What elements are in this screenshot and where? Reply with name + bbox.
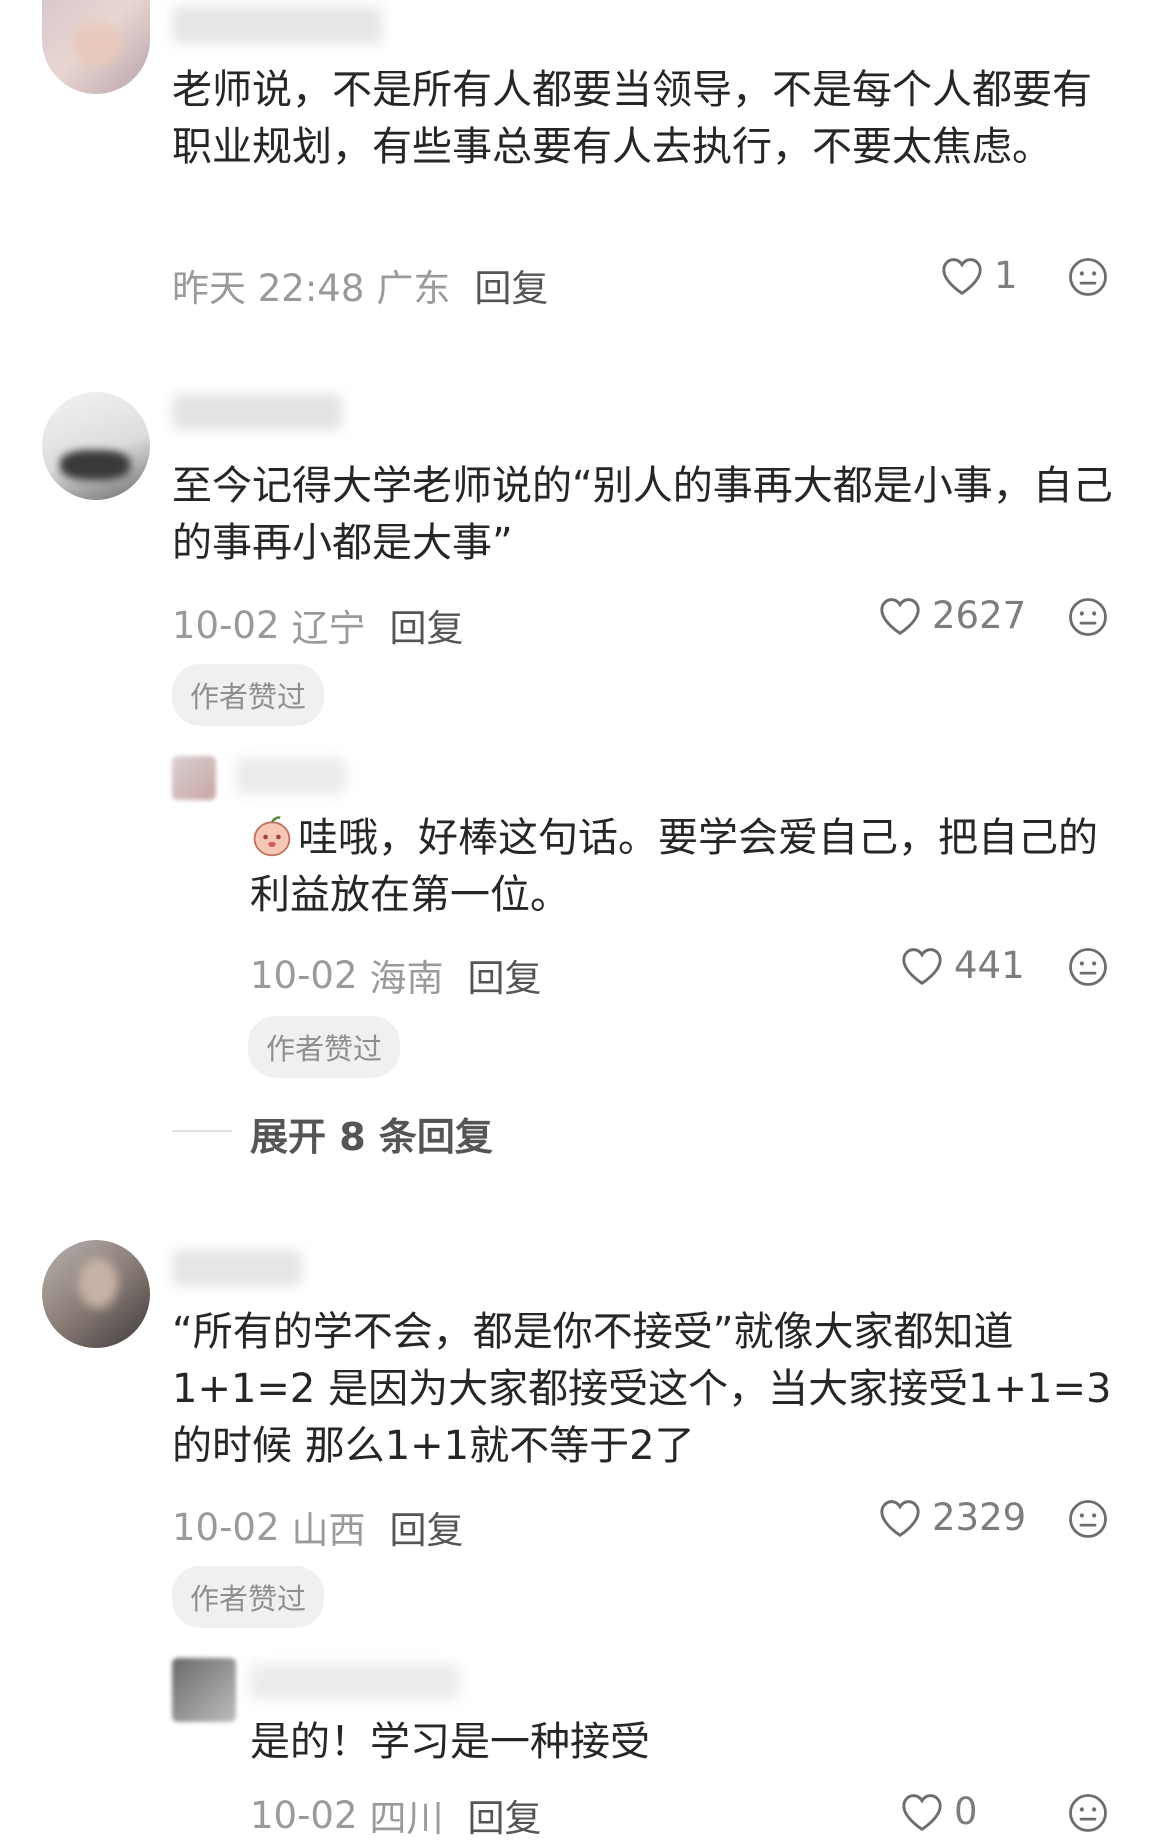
author-liked-badge: 作者赞过: [248, 1016, 401, 1078]
reply-button[interactable]: 回复: [468, 1788, 542, 1842]
heart-outline-icon: [900, 946, 944, 986]
comment-text: 老师说，不是所有人都要当领导，不是每个人都要有职业规划，有些事总要有人去执行，不…: [172, 67, 1092, 170]
like-button[interactable]: 1: [940, 254, 1018, 297]
username-blurred[interactable]: [172, 6, 382, 44]
reply-location: 海南: [369, 957, 444, 1000]
comment-text: 至今记得大学老师说的“别人的事再大都是小事，自己的事再小都是大事”: [172, 463, 1113, 566]
reply-location: 四川: [369, 1797, 444, 1840]
like-count: 2627: [932, 594, 1027, 637]
heart-outline-icon: [878, 596, 922, 636]
like-count: 2329: [932, 1496, 1027, 1539]
reply-button[interactable]: 回复: [390, 598, 464, 652]
avatar[interactable]: [172, 756, 216, 800]
comment-time: 10-02: [172, 603, 280, 647]
neutral-face-icon[interactable]: [1067, 596, 1109, 638]
comment-time: 昨天 22:48: [172, 267, 365, 310]
username-blurred[interactable]: [172, 394, 342, 430]
like-count: 0: [954, 1790, 978, 1833]
heart-outline-icon: [900, 1792, 944, 1832]
avatar[interactable]: [172, 1658, 236, 1722]
comment-time: 10-02: [172, 1505, 280, 1549]
avatar[interactable]: [42, 392, 150, 500]
like-button[interactable]: 441: [900, 944, 1025, 987]
like-count: 441: [954, 944, 1025, 987]
like-button[interactable]: 2627: [878, 594, 1026, 637]
author-liked-badge: 作者赞过: [172, 664, 325, 726]
like-count: 1: [994, 254, 1018, 297]
expand-replies-button[interactable]: 展开 8 条回复: [250, 1106, 493, 1161]
neutral-face-icon[interactable]: [1067, 946, 1109, 988]
avatar[interactable]: [42, 1240, 150, 1348]
username-blurred[interactable]: [172, 1250, 302, 1286]
reply-text: 哇哦，好棒这句话。要学会爱自己，把自己的利益放在第一位。: [250, 815, 1098, 918]
neutral-face-icon[interactable]: [1067, 1498, 1109, 1540]
neutral-face-icon[interactable]: [1067, 256, 1109, 298]
username-blurred[interactable]: [250, 1664, 460, 1700]
reply-text: 是的！学习是一种接受: [250, 1719, 650, 1765]
reply-button[interactable]: 回复: [390, 1500, 464, 1554]
peach-face-sticker-icon: [250, 815, 294, 859]
comment-location: 山西: [291, 1509, 366, 1552]
comment-location: 辽宁: [291, 607, 366, 650]
comment-location: 广东: [376, 267, 451, 310]
like-button[interactable]: 2329: [878, 1496, 1026, 1539]
heart-outline-icon: [878, 1498, 922, 1538]
like-button[interactable]: 0: [900, 1790, 978, 1833]
reply-button[interactable]: 回复: [474, 258, 548, 312]
expand-divider: [172, 1130, 232, 1132]
neutral-face-icon[interactable]: [1067, 1792, 1109, 1834]
reply-time: 10-02: [250, 953, 358, 997]
username-blurred[interactable]: [236, 758, 346, 794]
avatar[interactable]: [42, 0, 150, 94]
reply-button[interactable]: 回复: [468, 948, 542, 1002]
heart-outline-icon: [940, 256, 984, 296]
comment-text: “所有的学不会，都是你不接受”就像大家都知道1+1=2 是因为大家都接受这个，当…: [172, 1309, 1112, 1469]
reply-time: 10-02: [250, 1793, 358, 1837]
author-liked-badge: 作者赞过: [172, 1566, 325, 1628]
